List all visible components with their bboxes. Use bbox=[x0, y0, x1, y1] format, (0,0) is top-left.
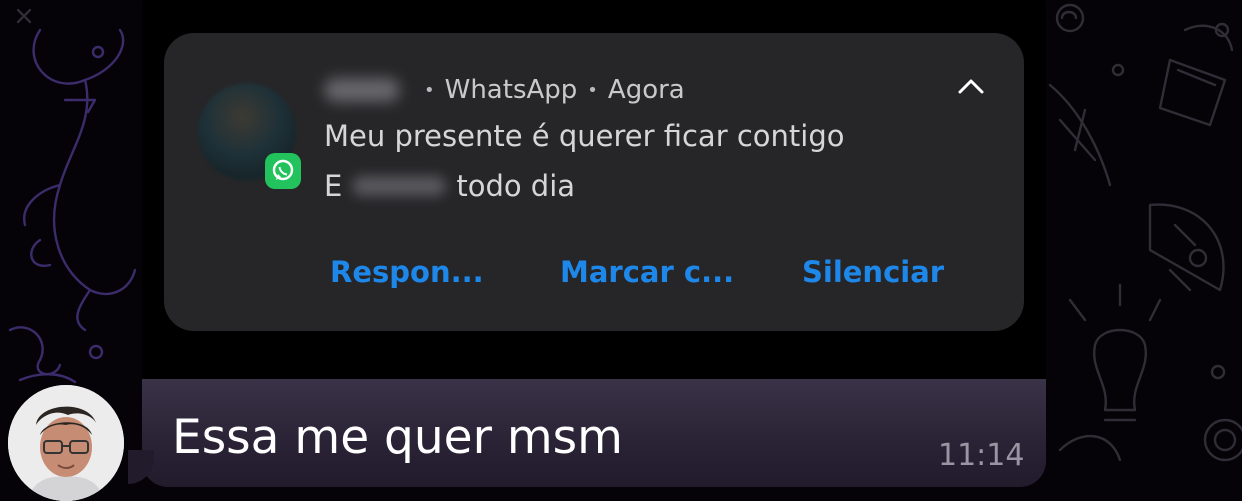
avatar-photo bbox=[8, 385, 124, 501]
mute-action-button[interactable]: Silenciar bbox=[802, 255, 944, 289]
line2-end: todo dia bbox=[456, 169, 576, 203]
reply-action-button[interactable]: Respon... bbox=[330, 255, 484, 289]
collapse-button[interactable] bbox=[954, 71, 988, 101]
whatsapp-icon bbox=[265, 153, 301, 189]
redacted-word bbox=[352, 176, 447, 196]
notification-header: • WhatsApp • Agora bbox=[324, 71, 685, 109]
notification-message-line2: E todo dia bbox=[324, 169, 575, 203]
notification-message-line1: Meu presente é querer ficar contigo bbox=[324, 119, 845, 153]
notification-time: Agora bbox=[607, 75, 685, 105]
chat-sender-avatar[interactable] bbox=[8, 385, 124, 501]
mark-as-read-action-button[interactable]: Marcar c... bbox=[560, 255, 734, 289]
notification-card[interactable]: • WhatsApp • Agora Meu presente é querer… bbox=[164, 33, 1024, 331]
message-text: Essa me quer msm bbox=[172, 410, 623, 465]
separator-dot: • bbox=[424, 79, 435, 101]
message-timestamp: 11:14 bbox=[938, 438, 1025, 473]
separator-dot: • bbox=[587, 79, 598, 101]
sender-name-redacted bbox=[324, 78, 400, 102]
line2-start: E bbox=[324, 169, 343, 203]
app-name: WhatsApp bbox=[444, 75, 578, 105]
chevron-up-icon bbox=[958, 79, 984, 94]
